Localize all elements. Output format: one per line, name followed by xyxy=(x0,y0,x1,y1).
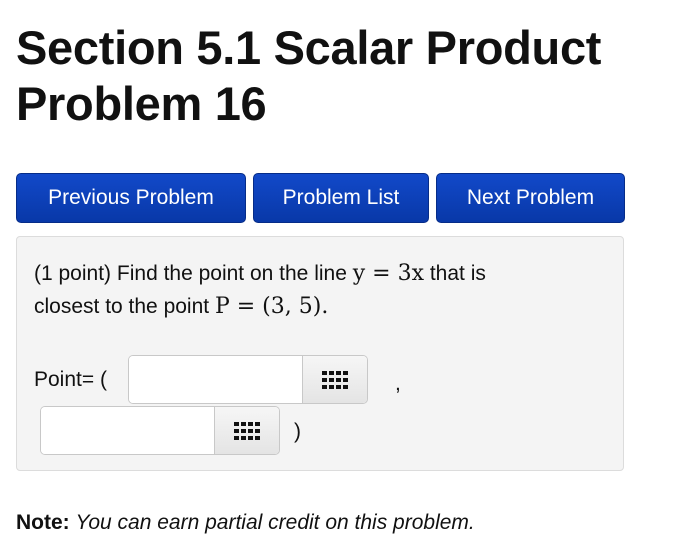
note-label: Note: xyxy=(16,511,70,534)
grid-icon xyxy=(234,422,260,440)
equation-palette-button-1[interactable] xyxy=(302,356,367,403)
grid-icon xyxy=(322,371,348,389)
previous-problem-button[interactable]: Previous Problem xyxy=(16,173,246,223)
answer-input-y[interactable] xyxy=(41,407,216,454)
problem-list-button[interactable]: Problem List xyxy=(253,173,429,223)
comma-separator: , xyxy=(395,372,401,395)
line-equation: y = 3x xyxy=(352,261,424,286)
point-expression: P = (3, 5). xyxy=(214,294,329,319)
problem-text-2: that is xyxy=(429,262,486,285)
problem-text-1: Find the point on the line xyxy=(116,262,347,285)
close-paren: ) xyxy=(294,420,301,443)
page-title: Section 5.1 Scalar Product Problem 16 xyxy=(16,20,601,132)
answer-label: Point= ( xyxy=(34,368,107,391)
equation-palette-button-2[interactable] xyxy=(214,407,279,454)
problem-text-3: closest to the point xyxy=(34,295,210,318)
page: Section 5.1 Scalar Product Problem 16 Pr… xyxy=(0,0,700,557)
answer-group-1 xyxy=(128,355,368,404)
problem-panel: (1 point) Find the point on the line y =… xyxy=(16,236,624,471)
page-title-line-1: Section 5.1 Scalar Product xyxy=(16,21,602,74)
partial-credit-note: Note: You can earn partial credit on thi… xyxy=(16,508,475,538)
note-text: You can earn partial credit on this prob… xyxy=(75,511,475,534)
problem-statement: (1 point) Find the point on the line y =… xyxy=(34,257,594,323)
answer-input-x[interactable] xyxy=(129,356,304,403)
next-problem-button[interactable]: Next Problem xyxy=(436,173,625,223)
problem-points: (1 point) xyxy=(34,262,112,285)
page-title-line-2: Problem 16 xyxy=(16,77,267,130)
answer-group-2 xyxy=(40,406,280,455)
